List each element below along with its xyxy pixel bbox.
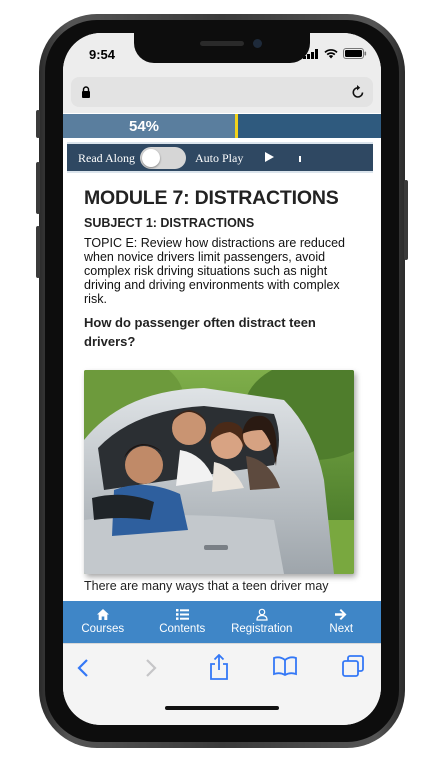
progress-marker xyxy=(234,114,238,138)
tab-next-label: Next xyxy=(329,623,354,635)
teens-in-car-photo xyxy=(84,370,354,574)
tab-contents[interactable]: Contents xyxy=(143,601,223,643)
bookmarks-icon[interactable] xyxy=(273,656,297,676)
read-along-label: Read Along xyxy=(78,151,135,165)
list-icon xyxy=(175,609,189,620)
photo-illustration xyxy=(84,370,354,574)
play-icon[interactable] xyxy=(265,152,274,162)
read-along-toggle[interactable] xyxy=(140,147,186,169)
share-icon[interactable] xyxy=(209,654,229,680)
toggle-knob xyxy=(142,149,160,167)
power-button xyxy=(404,180,408,260)
home-icon xyxy=(96,609,109,620)
subject-title: SUBJECT 1: DISTRACTIONS xyxy=(84,216,255,230)
forward-icon[interactable] xyxy=(145,658,157,678)
tab-courses-label: Courses xyxy=(81,623,125,635)
status-icons xyxy=(303,48,367,59)
tab-courses[interactable]: Courses xyxy=(63,601,143,643)
url-field[interactable] xyxy=(71,77,373,107)
volume-down-button xyxy=(36,226,40,278)
address-bar xyxy=(63,73,381,113)
battery-icon xyxy=(343,48,367,59)
tabs-icon[interactable] xyxy=(342,655,364,677)
reload-icon[interactable] xyxy=(351,84,365,99)
question-heading: How do passenger often distract teen dri… xyxy=(84,315,316,349)
lesson-content: MODULE 7: DISTRACTIONS SUBJECT 1: DISTRA… xyxy=(84,178,360,351)
volume-up-button xyxy=(36,162,40,214)
status-time: 9:54 xyxy=(89,47,116,62)
lock-icon xyxy=(82,86,90,98)
body-text: There are many ways that a teen driver m… xyxy=(84,579,329,593)
read-along-bar: Read Along Auto Play xyxy=(67,142,373,173)
auto-play-label: Auto Play xyxy=(195,151,244,165)
tab-registration[interactable]: Registration xyxy=(222,601,302,643)
tab-next[interactable]: Next xyxy=(302,601,382,643)
speaker xyxy=(200,41,244,46)
home-indicator xyxy=(165,706,279,710)
front-camera xyxy=(253,39,262,48)
volume-indicator[interactable] xyxy=(299,156,301,162)
module-title: MODULE 7: DISTRACTIONS xyxy=(84,187,339,209)
screen: 9:54 54% Read Along Auto Play MODULE 7: … xyxy=(63,33,381,725)
back-icon[interactable] xyxy=(77,658,89,678)
wifi-icon xyxy=(324,48,338,58)
tab-contents-label: Contents xyxy=(159,623,206,635)
topic-text: TOPIC E: Review how distractions are red… xyxy=(84,236,345,306)
course-progress-bar: 54% xyxy=(63,114,381,138)
tab-registration-label: Registration xyxy=(231,623,293,635)
mute-switch xyxy=(36,110,40,138)
notch xyxy=(134,33,310,63)
arrow-right-icon xyxy=(335,609,347,620)
bottom-nav: Courses Contents Registration Next xyxy=(63,601,381,643)
progress-label: 54% xyxy=(129,118,160,135)
safari-toolbar xyxy=(63,643,381,725)
user-icon xyxy=(256,608,268,621)
